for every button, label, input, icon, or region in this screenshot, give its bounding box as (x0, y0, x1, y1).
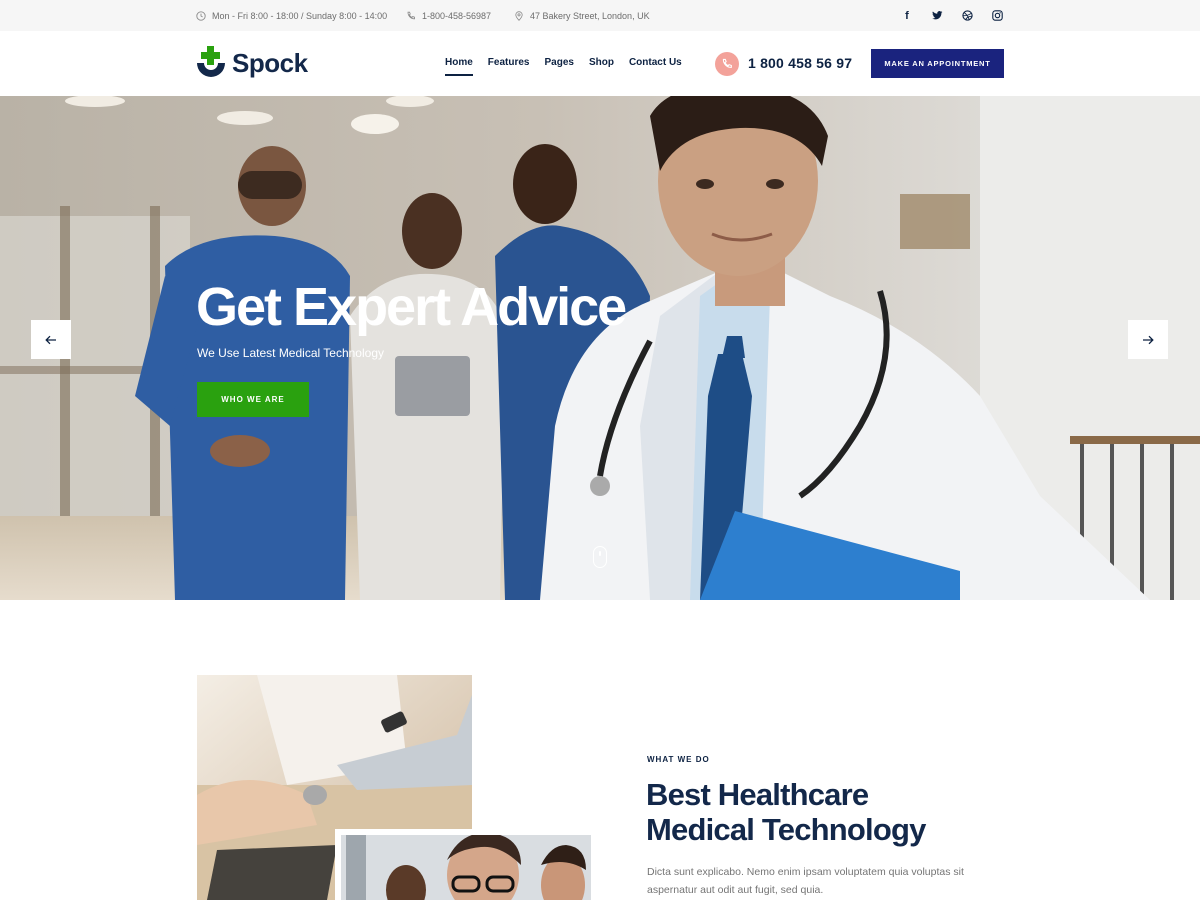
who-we-are-button[interactable]: WHO WE ARE (197, 382, 309, 417)
logo-text: Spock (232, 47, 308, 78)
dribbble-icon[interactable] (960, 9, 974, 23)
nav-shop[interactable]: Shop (589, 57, 614, 70)
topbar-address: 47 Bakery Street, London, UK (514, 0, 650, 31)
medical-team-photo (335, 829, 591, 900)
logo[interactable]: Spock (196, 46, 308, 80)
medical-cross-logo-icon (197, 46, 225, 77)
main-header: Spock Home Features Pages Shop Contact U… (0, 31, 1200, 96)
section-title: Best Healthcare Medical Technology (646, 777, 1006, 847)
nav-features[interactable]: Features (488, 57, 530, 70)
top-info-bar: Mon - Fri 8:00 - 18:00 / Sunday 8:00 - 1… (0, 0, 1200, 31)
arrow-left-icon (45, 335, 56, 344)
make-appointment-button[interactable]: MAKE AN APPOINTMENT (871, 49, 1004, 78)
hero-slider: Get Expert Advice We Use Latest Medical … (0, 96, 1200, 600)
location-pin-icon (515, 10, 523, 21)
hours-text: Mon - Fri 8:00 - 18:00 / Sunday 8:00 - 1… (212, 10, 388, 21)
nav-pages[interactable]: Pages (544, 57, 573, 70)
section-eyebrow: WHAT WE DO (647, 755, 710, 764)
slider-next-button[interactable] (1128, 320, 1168, 359)
twitter-icon[interactable] (930, 9, 944, 23)
arrow-right-icon (1143, 335, 1154, 344)
hero-title: Get Expert Advice (196, 277, 627, 337)
instagram-icon[interactable] (990, 9, 1004, 23)
nav-home[interactable]: Home (445, 57, 473, 76)
opening-hours: Mon - Fri 8:00 - 18:00 / Sunday 8:00 - 1… (196, 0, 387, 31)
facebook-icon[interactable]: f (900, 9, 914, 23)
topbar-phone-text: 1-800-458-56987 (422, 10, 492, 21)
hero-background-image (0, 96, 1200, 600)
section-description: Dicta sunt explicabo. Nemo enim ipsam vo… (647, 866, 964, 896)
nav-contact-us[interactable]: Contact Us (629, 57, 682, 70)
scroll-down-mouse-icon[interactable] (593, 546, 607, 568)
slider-prev-button[interactable] (31, 320, 71, 359)
header-phone-icon[interactable] (715, 52, 739, 76)
phone-icon (407, 11, 415, 19)
social-links: f (900, 0, 1004, 31)
clock-icon (196, 10, 206, 21)
section-title-line2: Medical Technology (646, 812, 926, 847)
section-title-line1: Best Healthcare (646, 777, 869, 812)
header-phone-number[interactable]: 1 800 458 56 97 (748, 55, 852, 71)
topbar-phone[interactable]: 1-800-458-56987 (406, 0, 491, 31)
hero-subtitle: We Use Latest Medical Technology (197, 346, 384, 360)
main-navigation: Home Features Pages Shop Contact Us (445, 31, 682, 96)
address-text: 47 Bakery Street, London, UK (530, 10, 650, 21)
